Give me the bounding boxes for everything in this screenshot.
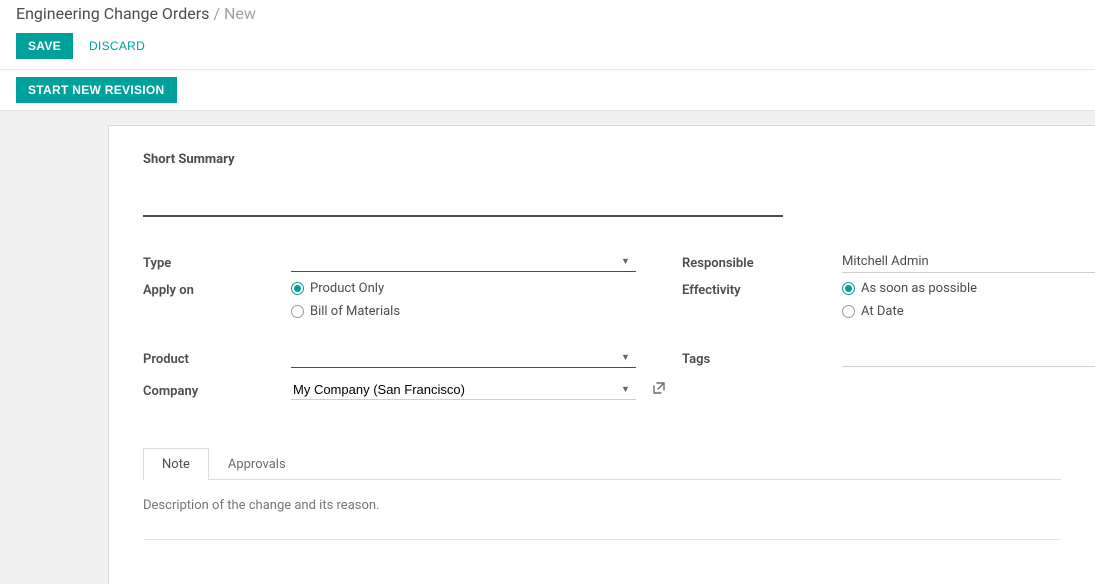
product-select[interactable] [291, 348, 636, 368]
external-link-icon[interactable] [653, 382, 665, 394]
breadcrumb-current: New [224, 4, 256, 23]
product-label: Product [143, 350, 291, 367]
effectivity-at-date-text: At Date [861, 304, 904, 319]
save-button[interactable]: SAVE [16, 33, 73, 59]
type-select[interactable] [291, 252, 636, 272]
status-bar: START NEW REVISION [0, 69, 1095, 111]
breadcrumb-root[interactable]: Engineering Change Orders [16, 4, 209, 23]
breadcrumb: Engineering Change Orders / New [16, 4, 1079, 23]
apply-on-product-only-text: Product Only [310, 281, 384, 296]
responsible-field[interactable]: Mitchell Admin [842, 251, 1095, 273]
tags-label: Tags [682, 350, 842, 367]
apply-on-product-only-radio[interactable] [291, 282, 304, 295]
apply-on-bom-option[interactable]: Bill of Materials [291, 304, 636, 319]
discard-button[interactable]: DISCARD [81, 33, 153, 59]
effectivity-asap-text: As soon as possible [861, 281, 977, 296]
short-summary-label: Short Summary [143, 152, 1061, 167]
apply-on-bom-radio[interactable] [291, 305, 304, 318]
tab-note[interactable]: Note [143, 448, 209, 480]
type-label: Type [143, 254, 291, 271]
responsible-label: Responsible [682, 254, 842, 271]
apply-on-product-only-option[interactable]: Product Only [291, 281, 636, 296]
apply-on-bom-text: Bill of Materials [310, 304, 400, 319]
company-label: Company [143, 382, 291, 399]
effectivity-asap-option[interactable]: As soon as possible [842, 281, 1095, 296]
content-area: Short Summary Type ▼ Apply on [0, 111, 1095, 584]
effectivity-asap-radio[interactable] [842, 282, 855, 295]
header-region: Engineering Change Orders / New SAVE DIS… [0, 0, 1095, 69]
company-select[interactable] [291, 380, 636, 400]
right-column: Responsible Mitchell Admin Effectivity A… [672, 249, 1095, 409]
effectivity-at-date-option[interactable]: At Date [842, 304, 1095, 319]
breadcrumb-sep: / [213, 4, 220, 23]
start-new-revision-button[interactable]: START NEW REVISION [16, 77, 177, 103]
effectivity-label: Effectivity [682, 281, 842, 298]
effectivity-at-date-radio[interactable] [842, 305, 855, 318]
left-column: Type ▼ Apply on Product Only [143, 249, 636, 409]
note-textarea[interactable] [143, 480, 1061, 540]
tab-approvals[interactable]: Approvals [209, 448, 305, 480]
short-summary-input[interactable] [143, 181, 783, 217]
apply-on-label: Apply on [143, 281, 291, 298]
form-sheet: Short Summary Type ▼ Apply on [108, 125, 1095, 584]
tab-bar: Note Approvals [143, 447, 1061, 480]
tags-field[interactable] [842, 349, 1095, 367]
